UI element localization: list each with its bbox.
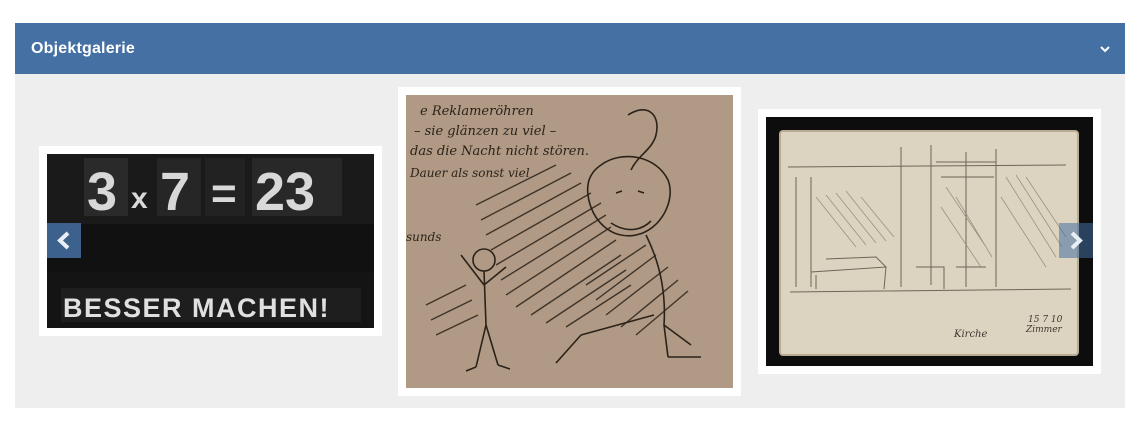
- chevron-right-icon: [1070, 231, 1083, 250]
- chevron-down-icon[interactable]: [1099, 43, 1111, 55]
- poster-char-1: 3: [87, 162, 117, 222]
- sketch-date: 15 7 10: [1028, 315, 1063, 325]
- sketch-note: Zimmer: [1025, 325, 1063, 335]
- pencil-sketch-image: Kirche 15 7 10 Zimmer: [766, 117, 1093, 366]
- sketch-line-4: Dauer als sonst viel: [409, 166, 530, 180]
- gallery-image-ink-sketch[interactable]: e Reklameröhren – sie glänzen zu viel – …: [398, 87, 741, 396]
- chevron-left-icon: [57, 231, 70, 250]
- poster-slogan: BESSER MACHEN!: [63, 293, 330, 323]
- poster-char-2: x: [131, 182, 148, 215]
- sketch-line-3: das die Nacht nicht stören.: [410, 144, 589, 159]
- ink-sketch-image: e Reklameröhren – sie glänzen zu viel – …: [406, 95, 733, 388]
- gallery-image-pencil-sketch[interactable]: Kirche 15 7 10 Zimmer: [758, 109, 1101, 374]
- sketch-margin-text: sunds: [406, 230, 441, 244]
- poster-char-4: =: [211, 169, 237, 218]
- image-carousel: 3 x 7 = 23 BESSER MACHEN! e Reklameröhre…: [15, 74, 1125, 408]
- sketch-line-1: e Reklameröhren: [420, 104, 534, 119]
- poster-char-3: 7: [160, 162, 190, 222]
- gallery-header[interactable]: Objektgalerie: [15, 23, 1125, 74]
- sketch-line-2: – sie glänzen zu viel –: [414, 124, 557, 139]
- object-gallery-panel: Objektgalerie 3 x 7 = 23 BESSER MACHEN! …: [15, 23, 1125, 408]
- carousel-prev-button[interactable]: [47, 223, 81, 258]
- gallery-title: Objektgalerie: [31, 40, 135, 57]
- sketch-signature: Kirche: [953, 329, 987, 340]
- poster-char-5: 23: [255, 162, 315, 222]
- poster-image: 3 x 7 = 23 BESSER MACHEN!: [47, 154, 374, 328]
- gallery-image-poster[interactable]: 3 x 7 = 23 BESSER MACHEN!: [39, 146, 382, 336]
- carousel-next-button[interactable]: [1059, 223, 1093, 258]
